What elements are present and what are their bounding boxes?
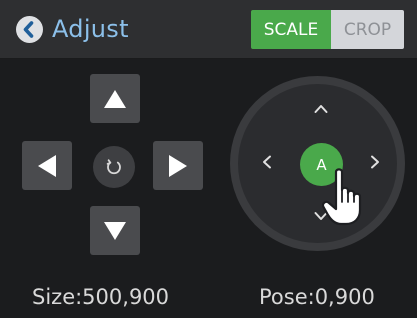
chevron-left-icon[interactable]: [254, 149, 280, 175]
tab-scale[interactable]: SCALE: [251, 10, 331, 49]
back-arrow-icon: [23, 21, 34, 38]
pose-readout: Pose:0,900: [259, 285, 375, 309]
tab-crop[interactable]: CROP: [331, 10, 404, 49]
triangle-down-icon: [104, 221, 126, 240]
triangle-right-icon: [169, 154, 187, 177]
back-button[interactable]: [16, 16, 43, 43]
size-readout: Size:500,900: [32, 285, 170, 309]
move-right-button[interactable]: [153, 141, 203, 190]
rotate-reset-icon: [106, 159, 121, 175]
reset-button[interactable]: [93, 146, 135, 188]
move-up-button[interactable]: [90, 74, 140, 123]
mode-toggle: SCALE CROP: [251, 10, 404, 49]
hand-pointer-icon: [322, 168, 362, 226]
chevron-up-icon[interactable]: [308, 96, 334, 122]
triangle-up-icon: [104, 89, 126, 108]
adjust-screen: Adjust SCALE CROP A Size:500,900 Pose:0,…: [0, 0, 417, 318]
page-title: Adjust: [52, 15, 129, 43]
move-left-button[interactable]: [22, 141, 72, 190]
header-bar: Adjust SCALE CROP: [0, 0, 417, 58]
move-down-button[interactable]: [90, 206, 140, 255]
triangle-left-icon: [38, 154, 56, 177]
